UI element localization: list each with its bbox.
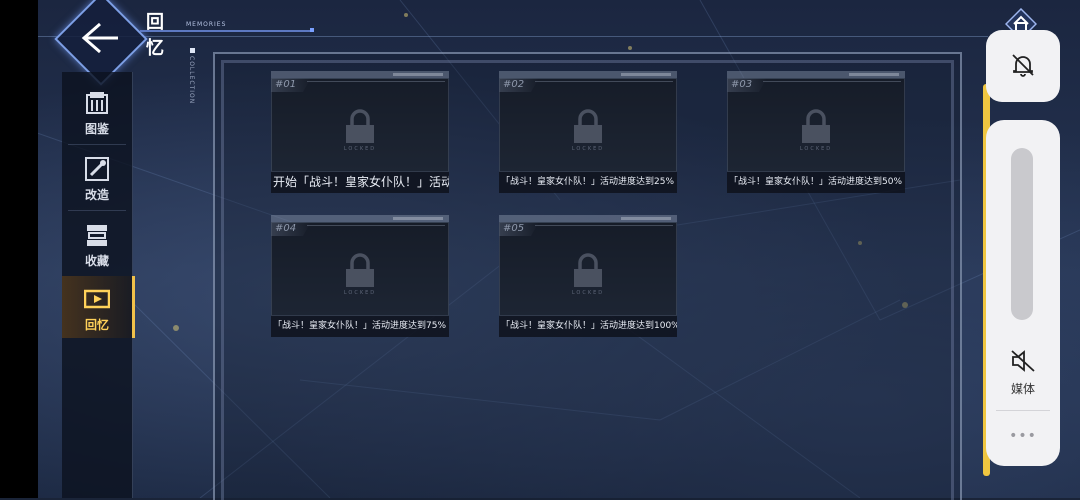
memory-card-5[interactable]: #05 LOCKED 「战斗！皇家女仆队！」活动进度达到100% [499, 215, 677, 337]
lock-icon [346, 109, 374, 143]
page-title: 回忆 [146, 12, 165, 59]
sidebar-item-collection[interactable]: 收藏 [62, 212, 132, 274]
volume-label: 媒体 [1010, 382, 1035, 396]
card-number-line [535, 225, 673, 226]
more-options-button[interactable]: ••• [986, 428, 1060, 444]
sidebar-item-label: 图鉴 [84, 122, 109, 136]
card-number: #01 [275, 79, 297, 90]
card-number: #04 [275, 223, 297, 234]
card-number: #05 [503, 223, 525, 234]
card-number: #03 [731, 79, 753, 90]
sidebar-item-memories[interactable]: 回忆 [62, 276, 135, 338]
lock-icon [346, 253, 374, 287]
card-header-bar [271, 71, 449, 78]
speaker-muted-icon[interactable] [1009, 348, 1037, 374]
memory-card-1[interactable]: #01 LOCKED 开始「战斗！皇家女仆队！」活动 [271, 71, 449, 193]
lock-icon [574, 109, 602, 143]
card-number-line [307, 225, 445, 226]
title-dot [310, 28, 314, 32]
book-icon [86, 92, 108, 114]
lock-icon [802, 109, 830, 143]
card-caption: 「战斗！皇家女仆队！」活动进度达到100% [499, 316, 677, 337]
memory-card-4[interactable]: #04 LOCKED 「战斗！皇家女仆队！」活动进度达到75% [271, 215, 449, 337]
locked-label: LOCKED [343, 146, 377, 152]
collection-label: COLLECTION [188, 56, 195, 105]
card-header-bar [727, 71, 905, 78]
card-caption: 「战斗！皇家女仆队！」活动进度达到50% [727, 172, 905, 193]
sidebar-divider [68, 144, 126, 145]
page-subtitle: MEMORIES [186, 21, 227, 28]
card-caption: 开始「战斗！皇家女仆队！」活动 [271, 172, 449, 193]
card-header-bar [499, 215, 677, 222]
collection-marker [190, 48, 195, 53]
sidebar-divider [68, 210, 126, 211]
locked-label: LOCKED [343, 290, 377, 296]
memory-card-3[interactable]: #03 LOCKED 「战斗！皇家女仆队！」活动进度达到50% [727, 71, 905, 193]
wrench-icon [85, 157, 109, 181]
title-underline [140, 30, 310, 32]
locked-label: LOCKED [799, 146, 833, 152]
sidebar-item-label: 收藏 [84, 254, 109, 268]
memory-card-2[interactable]: #02 LOCKED 「战斗！皇家女仆队！」活动进度达到25% [499, 71, 677, 193]
left-letterbox [0, 0, 38, 498]
card-number-line [307, 81, 445, 82]
locked-label: LOCKED [571, 290, 605, 296]
sidebar-item-label: 改造 [84, 188, 109, 202]
card-number: #02 [503, 79, 525, 90]
collection-icon [87, 225, 107, 246]
back-arrow-icon[interactable] [78, 18, 122, 58]
lock-icon [574, 253, 602, 287]
card-number-line [763, 81, 901, 82]
volume-divider [996, 410, 1050, 411]
card-caption: 「战斗！皇家女仆队！」活动进度达到25% [499, 172, 677, 193]
bell-off-icon [1012, 54, 1034, 77]
locked-label: LOCKED [571, 146, 605, 152]
card-number-line [535, 81, 673, 82]
sidebar-item-modify[interactable]: 改造 [62, 146, 132, 208]
card-header-bar [271, 215, 449, 222]
volume-slider[interactable] [1011, 148, 1033, 320]
sidebar: 图鉴 改造 收藏 回忆 [62, 72, 135, 498]
card-header-bar [499, 71, 677, 78]
sidebar-item-illustrated[interactable]: 图鉴 [62, 80, 132, 142]
card-caption: 「战斗！皇家女仆队！」活动进度达到75% [271, 316, 449, 337]
film-icon [84, 289, 110, 309]
media-volume-panel: 媒体 ••• [986, 120, 1060, 466]
header-divider [38, 36, 988, 37]
ringer-toggle-button[interactable] [986, 30, 1060, 102]
sidebar-item-label: 回忆 [84, 318, 109, 332]
